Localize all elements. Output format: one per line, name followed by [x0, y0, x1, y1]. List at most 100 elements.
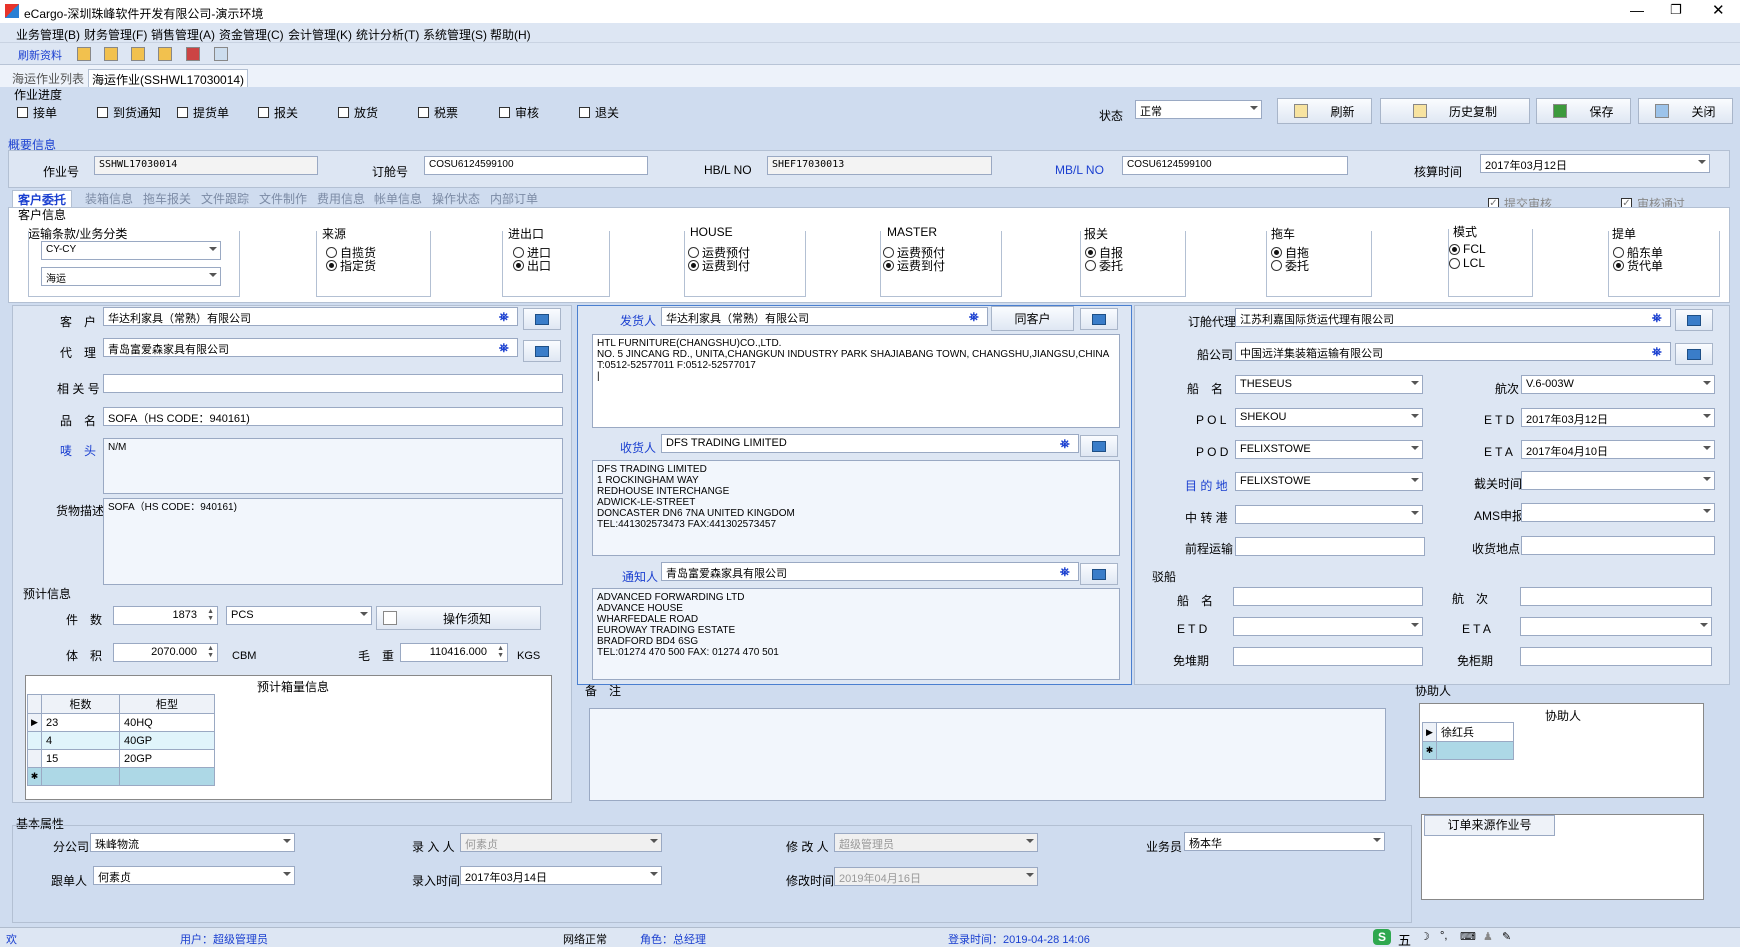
- barge-etd-picker[interactable]: [1233, 617, 1423, 636]
- etd-picker[interactable]: 2017年03月12日: [1521, 408, 1715, 427]
- checkbox-order[interactable]: 接单: [17, 104, 57, 121]
- assist-cell[interactable]: [1436, 741, 1514, 760]
- op-notice-button[interactable]: 操作须知: [376, 606, 541, 630]
- notify-field[interactable]: 青岛富爱森家具有限公司 ⛯: [661, 562, 1079, 581]
- radio-dot[interactable]: [1613, 260, 1624, 271]
- container-type-cell[interactable]: [119, 767, 215, 786]
- minimize-icon[interactable]: —: [1630, 2, 1644, 18]
- booking-no-field[interactable]: COSU6124599100: [424, 156, 648, 175]
- same-customer-button[interactable]: 同客户: [991, 306, 1074, 331]
- menu-item[interactable]: 销售管理(A): [151, 26, 215, 43]
- transport-terms-select[interactable]: CY-CY: [41, 241, 221, 260]
- menu-item[interactable]: 统计分析(T): [356, 26, 419, 43]
- weight-field[interactable]: 110416.000 ▲ ▼: [400, 643, 508, 662]
- product-field[interactable]: SOFA（HS CODE：940161): [103, 407, 563, 426]
- checkbox-shutout[interactable]: 退关: [579, 104, 619, 121]
- menu-item[interactable]: 资金管理(C): [219, 26, 284, 43]
- eta-picker[interactable]: 2017年04月10日: [1521, 440, 1715, 459]
- tab-packing[interactable]: 装箱信息: [85, 190, 133, 207]
- radio-dot[interactable]: [1271, 260, 1282, 271]
- assist-cell[interactable]: 徐红兵: [1436, 722, 1514, 742]
- radio-dot[interactable]: [1449, 243, 1460, 255]
- checkbox-box[interactable]: [17, 107, 28, 118]
- checkbox-arrival[interactable]: 到货通知: [97, 104, 161, 121]
- branch-select[interactable]: 珠峰物流: [90, 833, 295, 852]
- barge-voyage-field[interactable]: [1520, 587, 1712, 606]
- trucking-entrust-radio[interactable]: 委托: [1271, 257, 1309, 274]
- checkbox-box[interactable]: [579, 107, 590, 118]
- folder-icon[interactable]: [158, 47, 172, 61]
- entry-by-select[interactable]: 何素贞: [460, 833, 662, 852]
- customs-entrust-radio[interactable]: 委托: [1085, 257, 1123, 274]
- binoculars-icon[interactable]: ⛯: [1652, 345, 1666, 359]
- free-storage-field[interactable]: [1233, 647, 1423, 666]
- print-icon[interactable]: [186, 47, 200, 61]
- binoculars-icon[interactable]: ⛯: [1652, 311, 1666, 325]
- agent-pick-button[interactable]: [523, 340, 561, 362]
- tab-doc-tracking[interactable]: 文件跟踪: [201, 190, 249, 207]
- menu-item[interactable]: 会计管理(K): [288, 26, 352, 43]
- spinner-icon[interactable]: ▲ ▼: [207, 608, 214, 622]
- checkbox-release[interactable]: 放货: [338, 104, 378, 121]
- tab-customer-order[interactable]: 客户委托: [12, 190, 73, 207]
- carrier-pick-button[interactable]: [1675, 343, 1713, 365]
- tab-trucking-customs[interactable]: 拖车报关: [143, 190, 191, 207]
- checkbox-box[interactable]: [499, 107, 510, 118]
- mode-lcl-radio[interactable]: LCL: [1449, 256, 1485, 270]
- table-row[interactable]: 4 40GP: [27, 731, 215, 750]
- container-grid[interactable]: 柜数 柜型 ▶ 23 40HQ 4 40GP 15 20GP ✱: [27, 694, 215, 786]
- history-copy-button[interactable]: 历史复制: [1380, 98, 1530, 124]
- barge-vessel-field[interactable]: [1233, 587, 1423, 606]
- checkbox-delivery-order[interactable]: 提货单: [177, 104, 229, 121]
- customer-field[interactable]: 华达利家具（常熟）有限公司 ⛯: [103, 307, 518, 326]
- volume-field[interactable]: 2070.000 ▲ ▼: [113, 643, 218, 662]
- new-row[interactable]: ✱: [1422, 741, 1514, 760]
- business-type-select[interactable]: 海运: [41, 267, 221, 286]
- close-button[interactable]: 关闭: [1638, 98, 1733, 124]
- binoculars-icon[interactable]: ⛯: [1060, 565, 1074, 579]
- notify-pick-button[interactable]: [1080, 563, 1118, 585]
- entry-time-picker[interactable]: 2017年03月14日: [460, 866, 662, 885]
- mode-fcl-radio[interactable]: FCL: [1449, 242, 1486, 256]
- tab-job-detail[interactable]: 海运作业(SSHWL17030014): [88, 69, 249, 89]
- radio-dot[interactable]: [883, 260, 894, 271]
- punctuation-icon[interactable]: °,: [1440, 930, 1447, 942]
- tab-bills[interactable]: 帐单信息: [374, 190, 422, 207]
- consignee-field[interactable]: DFS TRADING LIMITED ⛯: [661, 434, 1079, 453]
- tab-doc-making[interactable]: 文件制作: [259, 190, 307, 207]
- status-select[interactable]: 正常: [1135, 100, 1262, 119]
- notify-address-textarea[interactable]: ADVANCED FORWARDING LTD ADVANCE HOUSE WH…: [592, 588, 1120, 680]
- folder-icon[interactable]: [104, 47, 118, 61]
- binoculars-icon[interactable]: ⛯: [1060, 437, 1074, 451]
- menu-item[interactable]: 业务管理(B): [16, 26, 80, 43]
- goods-desc-textarea[interactable]: SOFA（HS CODE：940161): [103, 498, 563, 585]
- tab-charges[interactable]: 费用信息: [317, 190, 365, 207]
- tab-job-list[interactable]: 海运作业列表: [12, 70, 84, 87]
- ams-select[interactable]: [1521, 503, 1715, 522]
- close-window-icon[interactable]: ✕: [1712, 1, 1725, 19]
- table-row[interactable]: ▶ 23 40HQ: [27, 713, 215, 732]
- folder-icon[interactable]: [77, 47, 91, 61]
- ime-logo-icon[interactable]: S: [1373, 929, 1391, 945]
- consignee-address-textarea[interactable]: DFS TRADING LIMITED 1 ROCKINGHAM WAY RED…: [592, 460, 1120, 556]
- remarks-textarea[interactable]: [589, 708, 1386, 801]
- vessel-select[interactable]: THESEUS: [1235, 375, 1423, 394]
- checkbox-box[interactable]: [338, 107, 349, 118]
- house-collect-radio[interactable]: 运费到付: [688, 257, 750, 274]
- spinner-icon[interactable]: ▲ ▼: [497, 645, 504, 659]
- dest-select[interactable]: FELIXSTOWE: [1235, 472, 1423, 491]
- free-container-field[interactable]: [1520, 647, 1712, 666]
- wrench-icon[interactable]: ✎: [1502, 930, 1511, 943]
- refresh-data-button[interactable]: 刷新资料: [18, 47, 62, 63]
- menu-item[interactable]: 财务管理(F): [84, 26, 147, 43]
- radio-dot[interactable]: [1449, 257, 1460, 269]
- menu-item[interactable]: 帮助(H): [490, 26, 531, 43]
- marks-textarea[interactable]: N/M: [103, 438, 563, 494]
- radio-dot[interactable]: [1085, 260, 1096, 271]
- container-type-cell[interactable]: 20GP: [119, 749, 215, 768]
- radio-dot[interactable]: [688, 260, 699, 271]
- keyboard-icon[interactable]: ⌨: [1460, 930, 1476, 943]
- table-row[interactable]: ▶ 徐红兵: [1422, 722, 1514, 742]
- moon-icon[interactable]: ☽: [1420, 930, 1430, 943]
- table-row[interactable]: 15 20GP: [27, 749, 215, 768]
